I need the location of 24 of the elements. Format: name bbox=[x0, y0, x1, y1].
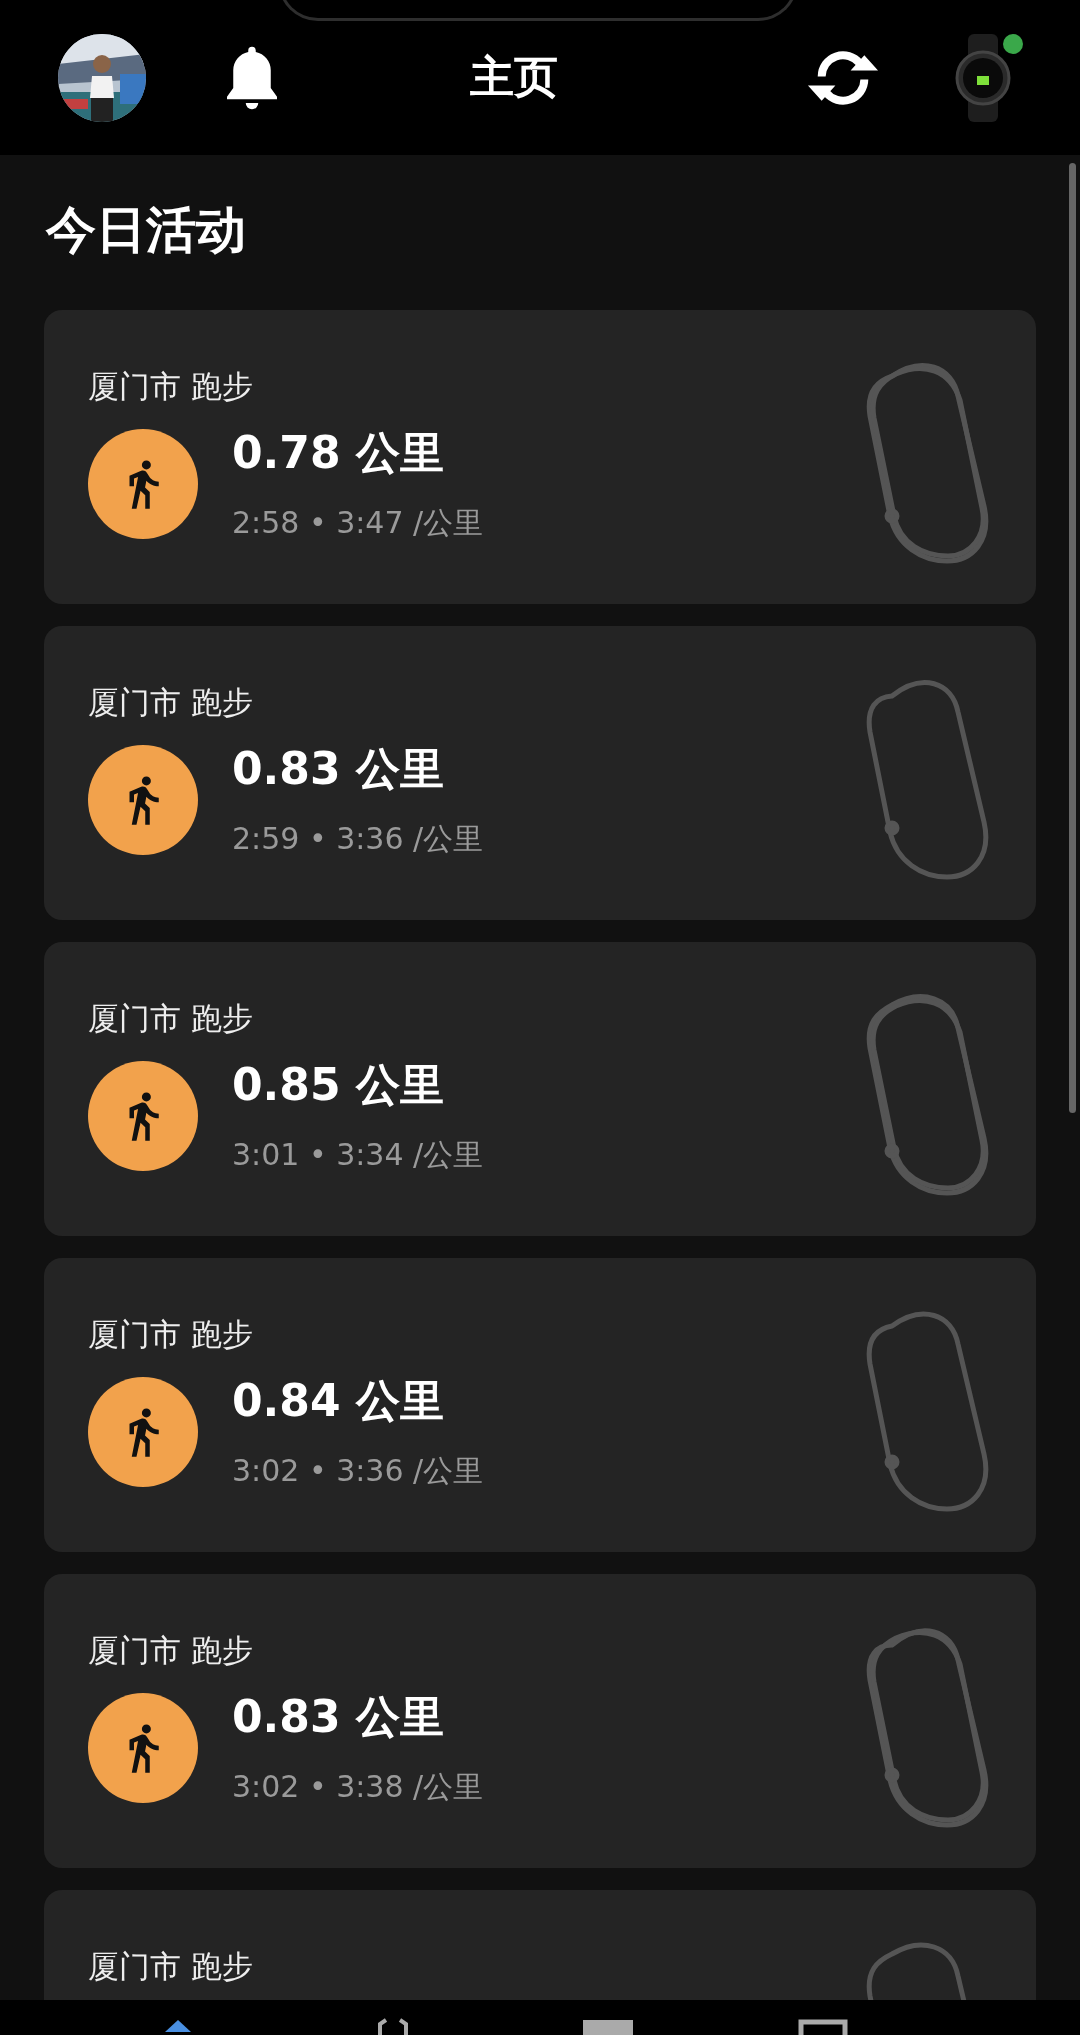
activity-label: 厦门市 跑步 bbox=[88, 1947, 253, 1986]
distance-text: 0.83 公里 bbox=[232, 742, 445, 796]
distance-text: 0.83 公里 bbox=[232, 1690, 445, 1744]
distance-text: 0.85 公里 bbox=[232, 1058, 445, 1112]
activity-card[interactable]: 厦门市 跑步 0.83 公里 2:59 • 3:36 /公里 bbox=[44, 626, 1036, 920]
pace-text: 3:02 • 3:36 /公里 bbox=[232, 1452, 484, 1490]
activity-card[interactable]: 厦门市 跑步 0.83 公里 3:02 • 3:38 /公里 bbox=[44, 1574, 1036, 1868]
activity-card[interactable]: 厦门市 跑步 0.84 公里 3:02 • 3:36 /公里 bbox=[44, 1258, 1036, 1552]
distance-text: 0.78 公里 bbox=[232, 426, 445, 480]
pace-text: 3:02 • 3:38 /公里 bbox=[232, 1768, 484, 1806]
activity-card[interactable]: 厦门市 跑步 0.85 公里 3:01 • 3:34 /公里 bbox=[44, 942, 1036, 1236]
page-title: 主页 bbox=[469, 50, 559, 104]
activity-label: 厦门市 跑步 bbox=[88, 1315, 253, 1354]
activity-label: 厦门市 跑步 bbox=[88, 1631, 253, 1670]
activity-card[interactable]: 厦门市 跑步 bbox=[44, 1890, 1036, 2000]
activity-label: 厦门市 跑步 bbox=[88, 683, 253, 722]
distance-text: 0.84 公里 bbox=[232, 1374, 445, 1428]
pace-text: 2:59 • 3:36 /公里 bbox=[232, 820, 484, 858]
activity-label: 厦门市 跑步 bbox=[88, 367, 253, 406]
activity-label: 厦门市 跑步 bbox=[88, 999, 253, 1038]
pace-text: 2:58 • 3:47 /公里 bbox=[232, 504, 484, 542]
pace-text: 3:01 • 3:34 /公里 bbox=[232, 1136, 484, 1174]
section-title: 今日活动 bbox=[46, 200, 247, 261]
activity-card[interactable]: 厦门市 跑步 0.78 公里 2:58 • 3:47 /公里 bbox=[44, 310, 1036, 604]
